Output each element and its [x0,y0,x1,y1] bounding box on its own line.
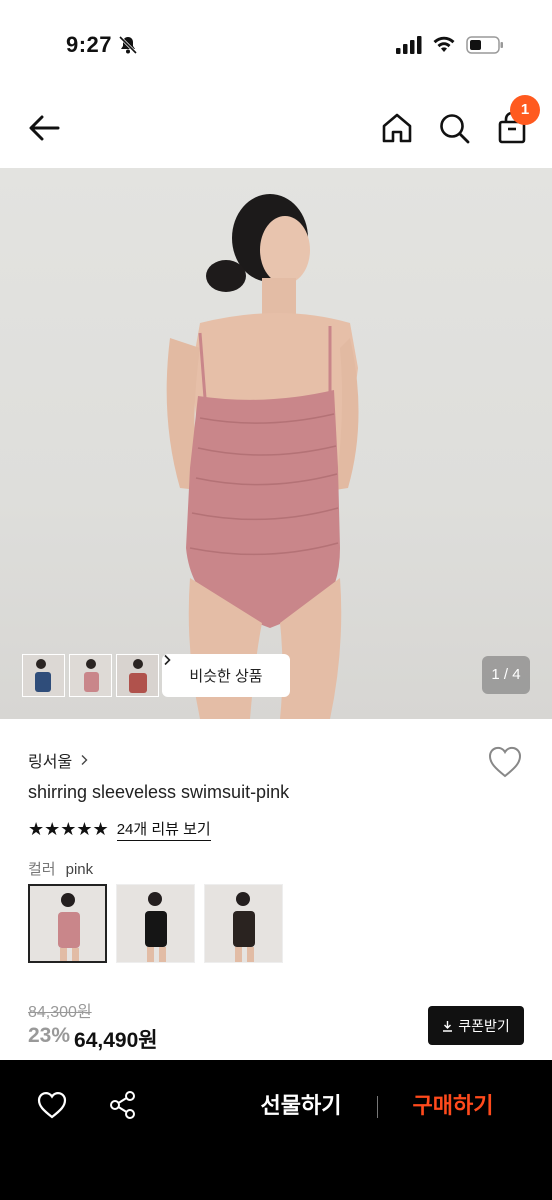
color-swatch-black[interactable] [116,884,195,963]
battery-icon [466,36,503,54]
swatch-image [117,885,194,962]
gift-button[interactable]: 선물하기 [248,1088,354,1124]
buy-button[interactable]: 구매하기 [400,1088,506,1124]
brand-link[interactable]: 링서울 [28,748,89,772]
price-row: 23% 64,490원 [28,1024,158,1054]
image-page-indicator: 1 / 4 [482,656,530,694]
star-rating-icon: ★★★★★ [28,819,109,839]
color-swatch-pink[interactable] [28,884,107,963]
wifi-icon [433,36,455,52]
coupon-label: 쿠폰받기 [458,1017,510,1034]
product-title: shirring sleeveless swimsuit-pink [28,782,290,802]
home-icon[interactable] [380,110,414,146]
review-link[interactable]: 24개 리뷰 보기 [116,818,211,841]
wishlist-heart-icon[interactable] [487,745,523,779]
color-option-label: 컬러 pink [28,858,93,879]
color-swatch-dark[interactable] [204,884,283,963]
product-photo [166,194,359,719]
thumbnail-image [23,655,64,696]
bottom-action-bar: 선물하기 구매하기 [0,1060,552,1200]
rating-row: ★★★★★ 24개 리뷰 보기 [28,818,211,841]
brand-name: 링서울 [28,754,73,771]
share-icon[interactable] [108,1090,138,1120]
thumbnail-image [70,655,111,696]
product-image-gallery[interactable]: 비슷한 상품 1 / 4 [0,168,552,719]
swatch-image [205,885,282,962]
back-arrow-icon[interactable] [24,110,64,146]
cart-count-badge: 1 [510,95,540,125]
chevron-right-icon [81,755,88,765]
color-label: 컬러 [28,861,56,878]
divider [377,1096,378,1118]
discount-rate: 23% [28,1024,71,1047]
coupon-button[interactable]: 쿠폰받기 [428,1006,524,1045]
status-time: 9:27 [66,32,113,57]
search-icon[interactable] [437,110,471,146]
thumbnail-image [117,655,158,696]
gallery-thumbnail[interactable] [22,654,65,697]
original-price: 84,300원 [28,1004,92,1021]
download-icon [443,1020,453,1032]
signal-icon [396,36,422,54]
swatch-image [30,886,105,961]
similar-products-label: 비슷한 상품 [189,668,263,685]
chevron-right-icon [164,654,171,666]
bell-off-icon [118,35,138,55]
thumbnail-strip [22,654,159,697]
similar-products-button[interactable]: 비슷한 상품 [162,654,290,697]
status-bar: 9:27 [0,0,552,90]
selected-color-value: pink [65,861,94,878]
gallery-thumbnail[interactable] [69,654,112,697]
color-swatches [28,884,283,963]
heart-icon[interactable] [36,1090,68,1120]
sale-price: 64,490원 [74,1029,158,1052]
top-nav [0,90,552,168]
gallery-thumbnail[interactable] [116,654,159,697]
